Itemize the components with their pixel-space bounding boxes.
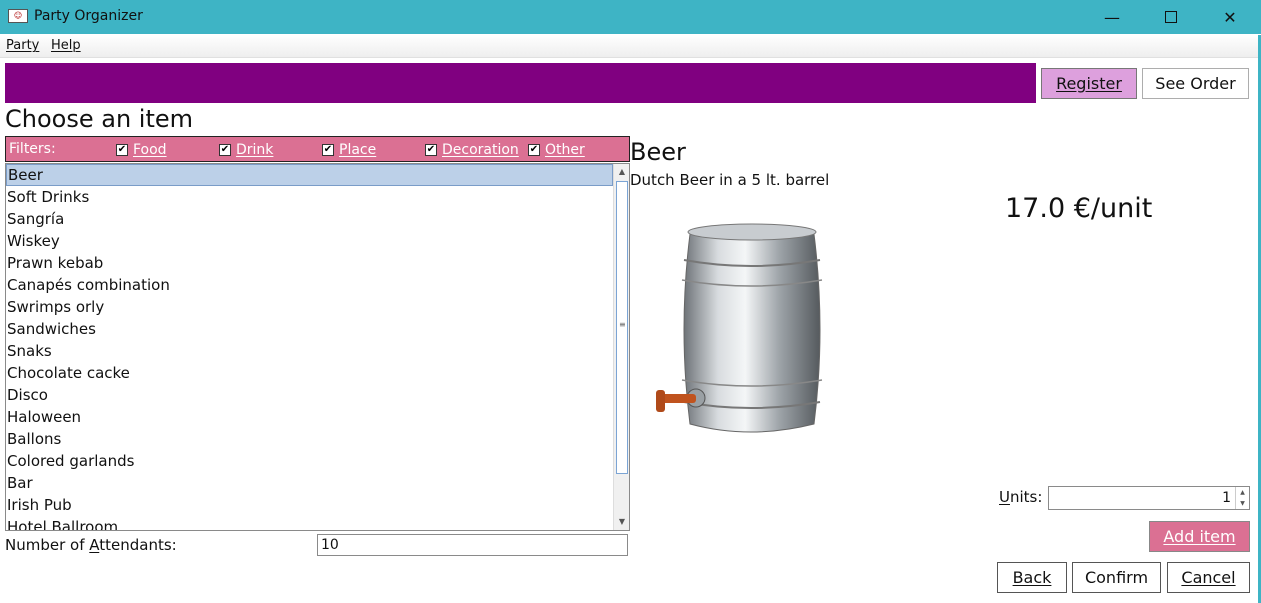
page-title: Choose an item [5, 105, 194, 133]
cancel-button[interactable]: Cancel [1167, 562, 1250, 593]
filter-decoration-checkbox[interactable]: ✔ Decoration [425, 142, 519, 158]
back-button[interactable]: Back [997, 562, 1067, 593]
list-item[interactable]: Ballons [6, 428, 613, 450]
filter-place-checkbox[interactable]: ✔ Place [322, 142, 376, 158]
app-icon: ☺ [8, 9, 28, 23]
units-label: Units: [999, 488, 1043, 506]
list-item[interactable]: Sangría [6, 208, 613, 230]
confirm-button[interactable]: Confirm [1072, 562, 1161, 593]
minimize-icon: — [1104, 7, 1120, 27]
item-description: Dutch Beer in a 5 lt. barrel [630, 171, 830, 189]
units-stepper[interactable]: 1 ▲ ▼ [1048, 486, 1250, 510]
window-title: Party Organizer [34, 8, 143, 24]
checkmark-icon: ✔ [116, 144, 128, 156]
add-item-button[interactable]: Add item [1149, 521, 1250, 552]
list-scrollbar[interactable]: ▲ ≡ ▼ [613, 164, 629, 530]
list-item[interactable]: Disco [6, 384, 613, 406]
list-item[interactable]: Haloween [6, 406, 613, 428]
items-list[interactable]: Beer Soft Drinks Sangría Wiskey Prawn ke… [5, 163, 630, 531]
filter-bar: Filters: ✔ Food ✔ Drink ✔ Place ✔ Decoration… [5, 136, 630, 162]
list-item[interactable]: Prawn kebab [6, 252, 613, 274]
list-item[interactable]: Canapés combination [6, 274, 613, 296]
list-item[interactable]: Soft Drinks [6, 186, 613, 208]
maximize-button[interactable] [1142, 0, 1200, 34]
units-value: 1 [1222, 490, 1231, 506]
filter-food-checkbox[interactable]: ✔ Food [116, 142, 167, 158]
list-item[interactable]: Sandwiches [6, 318, 613, 340]
scroll-thumb[interactable]: ≡ [616, 181, 628, 474]
item-name: Beer [630, 138, 686, 166]
attendants-label: Number of Attendants: [5, 536, 177, 554]
list-item[interactable]: Beer [6, 164, 613, 186]
list-item[interactable]: Hotel Ballroom [6, 516, 613, 530]
list-item[interactable]: Colored garlands [6, 450, 613, 472]
checkmark-icon: ✔ [528, 144, 540, 156]
list-item[interactable]: Chocolate cacke [6, 362, 613, 384]
filters-label: Filters: [9, 141, 56, 157]
checkmark-icon: ✔ [322, 144, 334, 156]
see-order-button[interactable]: See Order [1142, 68, 1249, 99]
spin-up-icon[interactable]: ▲ [1235, 487, 1249, 498]
list-item[interactable]: Swrimps orly [6, 296, 613, 318]
spin-down-icon[interactable]: ▼ [1235, 498, 1249, 509]
scroll-down-icon[interactable]: ▼ [614, 514, 629, 530]
scroll-up-icon[interactable]: ▲ [614, 164, 629, 180]
list-item[interactable]: Snaks [6, 340, 613, 362]
filter-other-checkbox[interactable]: ✔ Other [528, 142, 585, 158]
menu-help[interactable]: Help [51, 38, 81, 53]
menu-party[interactable]: Party [6, 38, 39, 53]
list-item[interactable]: Wiskey [6, 230, 613, 252]
checkmark-icon: ✔ [425, 144, 437, 156]
header-banner [5, 63, 1036, 103]
list-item[interactable]: Irish Pub [6, 494, 613, 516]
list-item[interactable]: Bar [6, 472, 613, 494]
menu-bar: Party Help [0, 35, 1261, 58]
close-button[interactable]: ✕ [1201, 0, 1259, 34]
item-price: 17.0 €/unit [1005, 193, 1153, 224]
title-bar: ☺ Party Organizer — ✕ [0, 0, 1261, 34]
attendants-input[interactable]: 10 [317, 534, 628, 556]
minimize-button[interactable]: — [1083, 0, 1141, 34]
grip-icon: ≡ [619, 320, 626, 329]
maximize-icon [1165, 11, 1177, 23]
register-button[interactable]: Register [1041, 68, 1137, 99]
close-icon: ✕ [1223, 7, 1237, 27]
checkmark-icon: ✔ [219, 144, 231, 156]
filter-drink-checkbox[interactable]: ✔ Drink [219, 142, 273, 158]
beer-keg-icon [656, 223, 823, 433]
